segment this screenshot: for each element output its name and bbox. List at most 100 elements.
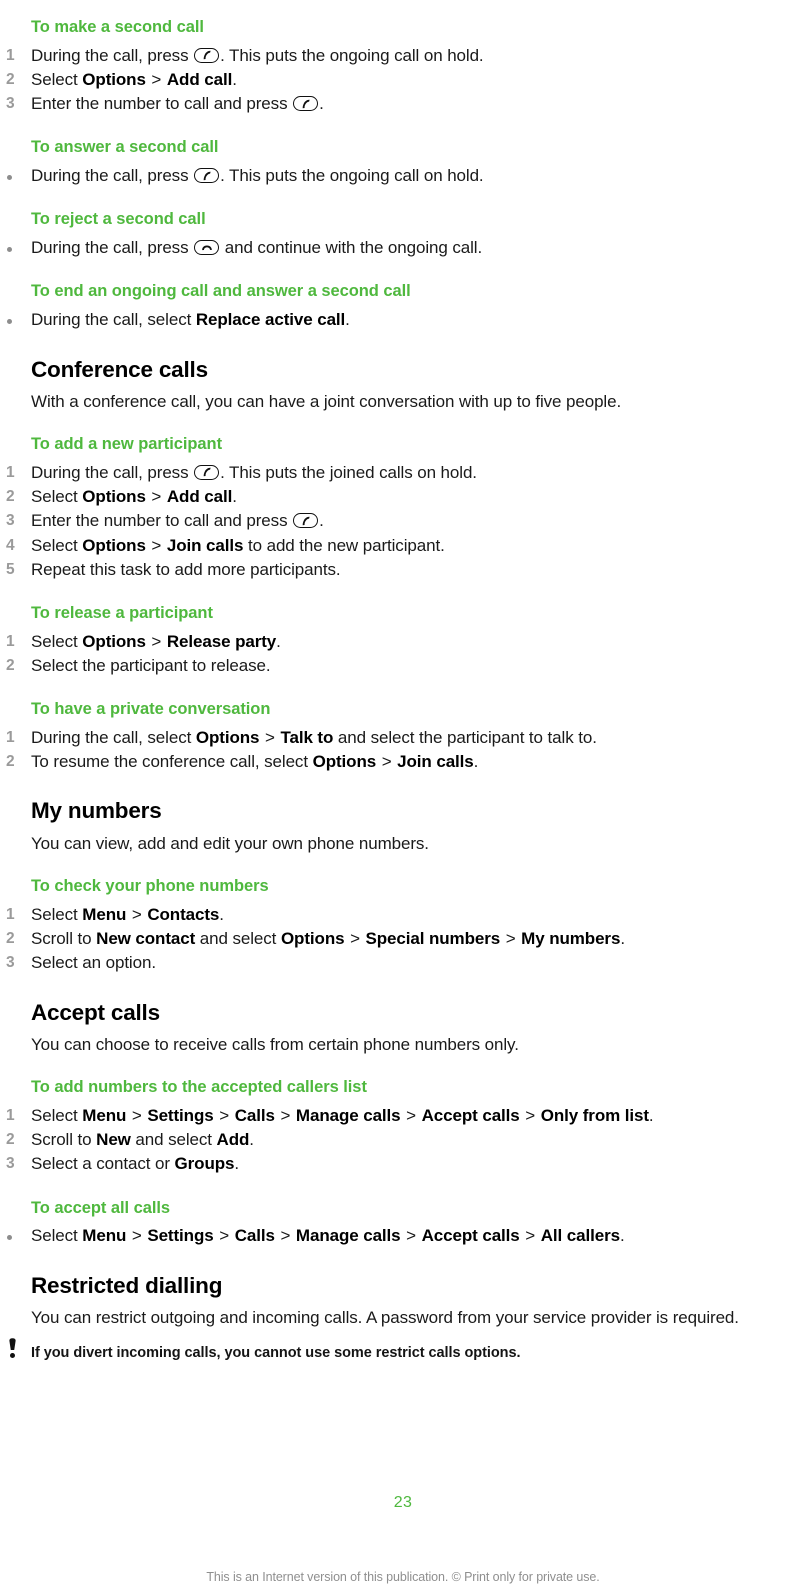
item-text: Select Menu > Settings > Calls > Manage … [31, 1226, 625, 1246]
task-heading: To check your phone numbers [31, 877, 269, 896]
item-text: Select an option. [31, 953, 156, 973]
path-separator: > [127, 1105, 147, 1125]
item-text: Enter the number to call and press . [31, 94, 324, 114]
step-number: 2 [6, 1131, 15, 1149]
ui-term: Replace active call [195, 310, 346, 330]
ui-term: All callers [540, 1226, 620, 1246]
note-callout: If you divert incoming calls, you cannot… [0, 1338, 806, 1363]
step-item: 5 Repeat this task to add more participan… [0, 558, 806, 582]
section-paragraph: With a conference call, you can have a j… [31, 391, 622, 411]
bullet-marker [6, 236, 22, 252]
path-separator: > [275, 1105, 295, 1125]
path-separator: > [146, 487, 166, 507]
item-text: During the call, press and continue with… [31, 238, 483, 258]
ui-term: Options [82, 70, 146, 90]
note-text: If you divert incoming calls, you cannot… [31, 1345, 521, 1362]
step-number: 3 [6, 954, 15, 972]
step-number: 2 [6, 71, 15, 89]
step-item: 3 Select an option. [0, 951, 806, 975]
ui-term: Options [312, 752, 377, 772]
step-item: 2 Select the participant to release. [0, 654, 806, 678]
step-item: 3 Select a contact or Groups. [0, 1152, 806, 1176]
bullet-list: Select Menu > Settings > Calls > Manage … [0, 1224, 806, 1248]
step-number: 1 [6, 729, 15, 747]
task-heading: To add a new participant [31, 435, 223, 454]
ui-term: New [96, 1130, 131, 1150]
step-number: 4 [6, 536, 15, 554]
bullet-item: During the call, press and continue with… [0, 236, 806, 260]
ui-term: Menu [82, 904, 127, 924]
item-text: During the call, press . This puts the j… [31, 462, 477, 482]
path-separator: > [127, 904, 147, 924]
ui-term: Menu [82, 1105, 127, 1125]
item-text: During the call, press . This puts the o… [31, 45, 484, 65]
step-item: 1 Select Menu > Settings > Calls > Manage… [0, 1104, 806, 1128]
step-list: 1 During the call, press . This puts the … [0, 461, 806, 582]
section-heading: Restricted dialling [31, 1272, 223, 1298]
task-heading: To accept all calls [31, 1198, 171, 1217]
ui-term: Calls [234, 1226, 275, 1246]
ui-term: Options [82, 631, 146, 651]
ui-term: Menu [82, 1226, 127, 1246]
step-item: 2 Scroll to New contact and select Option… [0, 927, 806, 951]
step-number: 3 [6, 512, 15, 530]
item-text: To resume the conference call, select Op… [31, 752, 479, 772]
ui-term: Options [280, 929, 345, 949]
bullet-list: During the call, press and continue with… [0, 236, 806, 260]
ui-term: Special numbers [365, 929, 501, 949]
manual-page: To make a second call 1 During the call, p… [0, 0, 806, 1590]
bullet-marker [6, 308, 22, 324]
ui-term: Manage calls [295, 1105, 401, 1125]
item-text: Select Options > Add call. [31, 70, 237, 90]
step-item: 1 During the call, press . This puts the … [0, 44, 806, 68]
step-item: 3 Enter the number to call and press . [0, 509, 806, 533]
bullet-list: During the call, select Replace active c… [0, 308, 806, 332]
item-text: During the call, press . This puts the o… [31, 166, 484, 186]
step-list: 1 Select Menu > Settings > Calls > Manage… [0, 1104, 806, 1177]
ui-term: Manage calls [295, 1226, 401, 1246]
step-item: 2 To resume the conference call, select O… [0, 750, 806, 774]
ui-term: Groups [174, 1154, 235, 1174]
step-item: 3 Enter the number to call and press . [0, 92, 806, 116]
item-text: During the call, select Options > Talk t… [31, 728, 597, 748]
footer-copyright-note: This is an Internet version of this publ… [206, 1570, 600, 1584]
path-separator: > [214, 1226, 234, 1246]
step-number: 1 [6, 463, 15, 481]
ui-term: Only from list [540, 1105, 649, 1125]
item-text: During the call, select Replace active c… [31, 310, 350, 330]
task-heading: To add numbers to the accepted callers l… [31, 1078, 367, 1097]
step-list: 1 During the call, select Options > Talk … [0, 726, 806, 774]
item-text: Select Options > Join calls to add the n… [31, 535, 445, 555]
step-number: 1 [6, 1106, 15, 1124]
step-number: 1 [6, 905, 15, 923]
bullet-list: During the call, press . This puts the o… [0, 164, 806, 188]
path-separator: > [275, 1226, 295, 1246]
call-key-icon [194, 464, 220, 480]
item-text: Select a contact or Groups. [31, 1154, 240, 1174]
call-key-icon [293, 513, 319, 529]
section-paragraph: You can choose to receive calls from cer… [31, 1034, 519, 1054]
path-separator: > [214, 1105, 234, 1125]
section-paragraph: You can view, add and edit your own phon… [31, 833, 429, 853]
path-separator: > [377, 752, 397, 772]
step-item: 1 During the call, press . This puts the … [0, 461, 806, 485]
path-separator: > [520, 1105, 540, 1125]
section-heading: Accept calls [31, 999, 160, 1025]
item-text: Select the participant to release. [31, 656, 271, 676]
step-number: 2 [6, 753, 15, 771]
page-number: 23 [393, 1494, 413, 1511]
step-item: 1 Select Options > Release party. [0, 630, 806, 654]
step-list: 1 Select Options > Release party. 2 Select … [0, 630, 806, 678]
item-text: Scroll to New contact and select Options… [31, 929, 625, 949]
ui-term: Settings [147, 1105, 214, 1125]
task-heading: To reject a second call [31, 210, 206, 229]
path-separator: > [401, 1226, 421, 1246]
ui-term: Release party [166, 631, 277, 651]
ui-term: Options [82, 535, 146, 555]
step-number: 1 [6, 46, 15, 64]
call-key-icon [293, 96, 319, 112]
ui-term: My numbers [521, 929, 621, 949]
step-list: 1 Select Menu > Contacts. 2 Scroll to New c… [0, 903, 806, 976]
ui-term: Join calls [397, 752, 474, 772]
section-heading: My numbers [31, 798, 162, 824]
